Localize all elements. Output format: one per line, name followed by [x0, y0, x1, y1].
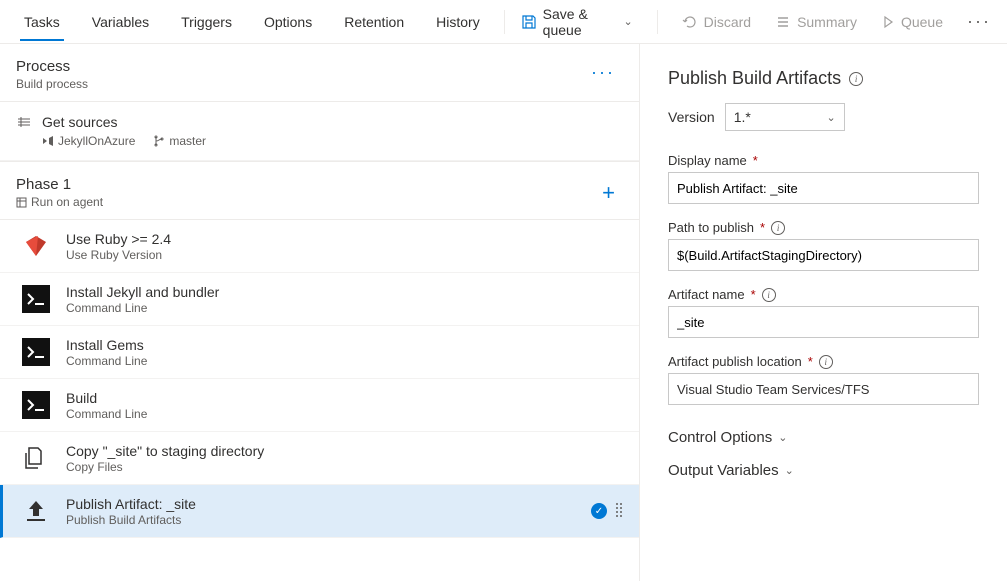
- info-icon[interactable]: i: [771, 221, 785, 235]
- tab-variables[interactable]: Variables: [76, 3, 165, 41]
- agent-icon: [16, 197, 27, 208]
- get-sources-row[interactable]: Get sources JekyllOnAzure master: [0, 102, 639, 161]
- tab-triggers[interactable]: Triggers: [165, 3, 248, 41]
- queue-button[interactable]: Queue: [873, 8, 951, 36]
- copy-files-icon: [20, 442, 52, 474]
- display-name-input[interactable]: [668, 172, 979, 204]
- sources-icon: [16, 114, 32, 133]
- vs-icon: [42, 135, 54, 147]
- task-row-install-gems[interactable]: Install Gems Command Line: [0, 326, 639, 379]
- info-icon[interactable]: i: [849, 72, 863, 86]
- divider: [504, 10, 505, 34]
- publish-location-value: Visual Studio Team Services/TFS: [677, 382, 869, 397]
- command-bar: Save & queue ⌄ Discard Summary Queue ···: [513, 0, 999, 44]
- queue-label: Queue: [901, 14, 943, 30]
- publish-icon: [20, 495, 52, 527]
- info-icon[interactable]: i: [819, 355, 833, 369]
- task-row-use-ruby[interactable]: Use Ruby >= 2.4 Use Ruby Version: [0, 220, 639, 273]
- repo-name: JekyllOnAzure: [58, 134, 135, 148]
- path-to-publish-input[interactable]: [668, 239, 979, 271]
- task-title: Install Gems: [66, 337, 147, 353]
- control-options-label: Control Options: [668, 429, 772, 446]
- get-sources-title: Get sources: [42, 114, 206, 130]
- version-select[interactable]: 1.* ⌄: [725, 103, 845, 131]
- process-title: Process: [16, 58, 88, 75]
- task-row-copy-site[interactable]: Copy "_site" to staging directory Copy F…: [0, 432, 639, 485]
- discard-button[interactable]: Discard: [674, 8, 759, 36]
- summary-button[interactable]: Summary: [767, 8, 865, 36]
- save-icon: [521, 14, 537, 30]
- repo-info: JekyllOnAzure: [42, 134, 135, 148]
- task-title: Publish Artifact: _site: [66, 496, 196, 512]
- tab-history[interactable]: History: [420, 3, 496, 41]
- task-details-panel: Publish Build Artifacts i Version 1.* ⌄ …: [640, 44, 1007, 581]
- phase-title: Phase 1: [16, 176, 103, 193]
- tab-retention[interactable]: Retention: [328, 3, 420, 41]
- task-title: Install Jekyll and bundler: [66, 284, 219, 300]
- info-icon[interactable]: i: [762, 288, 776, 302]
- phase-header[interactable]: Phase 1 Run on agent +: [0, 161, 639, 220]
- check-icon: ✓: [591, 503, 607, 519]
- chevron-down-icon: ⌄: [623, 15, 632, 28]
- task-title: Build: [66, 390, 147, 406]
- task-row-publish-artifact[interactable]: Publish Artifact: _site Publish Build Ar…: [0, 485, 639, 538]
- terminal-icon: [20, 283, 52, 315]
- display-name-label: Display name: [668, 153, 747, 168]
- task-title: Use Ruby >= 2.4: [66, 231, 171, 247]
- task-sub: Use Ruby Version: [66, 248, 171, 262]
- tab-tasks[interactable]: Tasks: [8, 3, 76, 41]
- required-mark: *: [808, 354, 813, 369]
- required-mark: *: [760, 220, 765, 235]
- chevron-down-icon: ⌄: [826, 111, 835, 124]
- task-sub: Copy Files: [66, 460, 264, 474]
- task-sub: Command Line: [66, 407, 147, 421]
- output-variables-label: Output Variables: [668, 462, 779, 479]
- terminal-icon: [20, 336, 52, 368]
- tab-options[interactable]: Options: [248, 3, 328, 41]
- task-row-build[interactable]: Build Command Line: [0, 379, 639, 432]
- task-sub: Publish Build Artifacts: [66, 513, 196, 527]
- tab-bar: Tasks Variables Triggers Options Retenti…: [8, 3, 496, 41]
- divider: [657, 10, 658, 34]
- output-variables-section[interactable]: Output Variables ⌄: [668, 454, 979, 487]
- branch-icon: [153, 135, 165, 147]
- discard-label: Discard: [704, 14, 751, 30]
- version-label: Version: [668, 109, 715, 125]
- branch-name: master: [169, 134, 206, 148]
- control-options-section[interactable]: Control Options ⌄: [668, 421, 979, 454]
- play-icon: [881, 15, 895, 29]
- path-to-publish-label: Path to publish: [668, 220, 754, 235]
- drag-handle[interactable]: [615, 502, 623, 521]
- top-toolbar: Tasks Variables Triggers Options Retenti…: [0, 0, 1007, 44]
- summary-label: Summary: [797, 14, 857, 30]
- list-icon: [775, 14, 791, 30]
- task-title: Copy "_site" to staging directory: [66, 443, 264, 459]
- process-more-button[interactable]: ···: [583, 58, 623, 87]
- ruby-icon: [20, 230, 52, 262]
- process-header[interactable]: Process Build process ···: [0, 44, 639, 102]
- save-label: Save & queue: [543, 6, 618, 38]
- process-sub: Build process: [16, 77, 88, 91]
- chevron-down-icon: ⌄: [778, 431, 787, 444]
- version-value: 1.*: [734, 109, 751, 125]
- branch-info: master: [153, 134, 206, 148]
- phase-sub: Run on agent: [31, 195, 103, 209]
- publish-location-select[interactable]: Visual Studio Team Services/TFS: [668, 373, 979, 405]
- more-actions-button[interactable]: ···: [959, 7, 999, 36]
- artifact-name-label: Artifact name: [668, 287, 745, 302]
- terminal-icon: [20, 389, 52, 421]
- task-row-install-jekyll[interactable]: Install Jekyll and bundler Command Line: [0, 273, 639, 326]
- task-sub: Command Line: [66, 301, 219, 315]
- save-and-queue-button[interactable]: Save & queue ⌄: [513, 0, 641, 44]
- required-mark: *: [751, 287, 756, 302]
- artifact-name-input[interactable]: [668, 306, 979, 338]
- panel-title: Publish Build Artifacts: [668, 68, 841, 89]
- add-task-button[interactable]: +: [594, 180, 623, 206]
- undo-icon: [682, 14, 698, 30]
- publish-location-label: Artifact publish location: [668, 354, 802, 369]
- pipeline-tree: Process Build process ··· Get sources Je…: [0, 44, 640, 581]
- task-sub: Command Line: [66, 354, 147, 368]
- required-mark: *: [753, 153, 758, 168]
- chevron-down-icon: ⌄: [785, 464, 794, 477]
